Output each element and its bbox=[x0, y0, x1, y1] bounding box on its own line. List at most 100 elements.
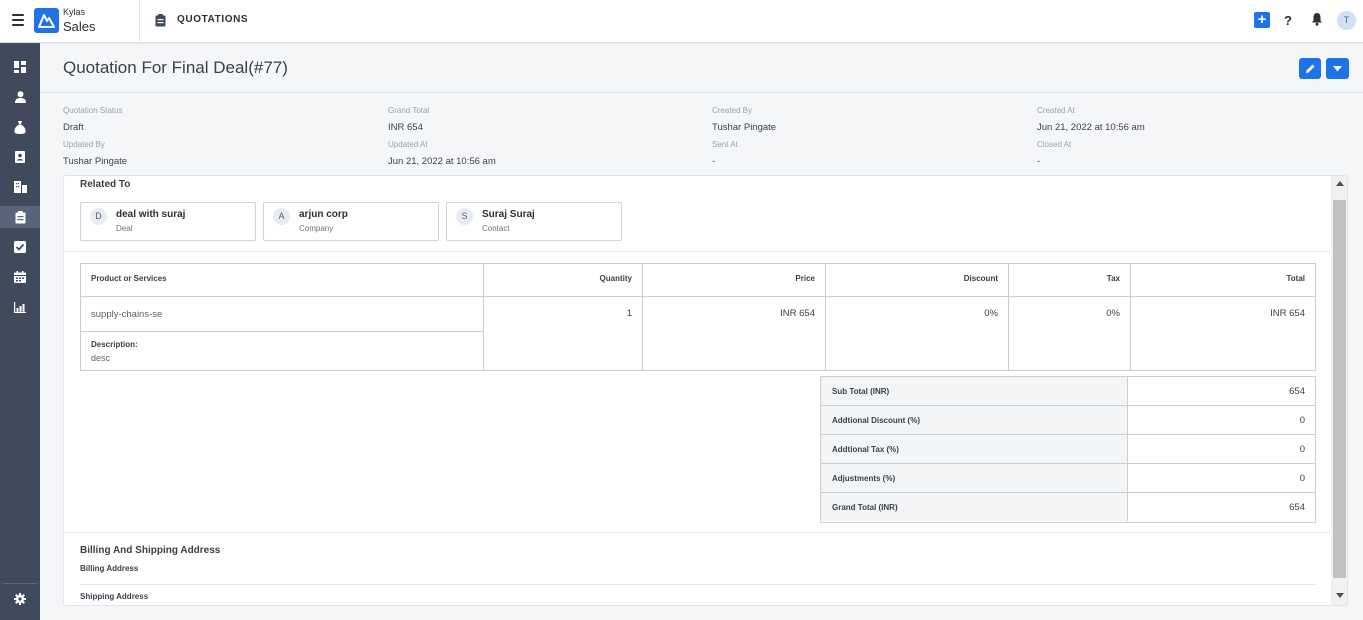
page-title: Quotation For Final Deal(#77) bbox=[63, 58, 288, 77]
related-name: deal with suraj bbox=[116, 209, 186, 220]
totals-value: 654 bbox=[1289, 386, 1305, 397]
related-name: arjun corp bbox=[299, 209, 348, 220]
address-divider bbox=[80, 584, 1316, 585]
totals-label-cell: Grand Total (INR) bbox=[821, 493, 1128, 521]
column-divider bbox=[642, 264, 643, 370]
updated-by-value: Tushar Pingate bbox=[63, 156, 128, 167]
totals-label: Sub Total (INR) bbox=[832, 387, 890, 396]
avatar[interactable]: T bbox=[1337, 11, 1356, 30]
header-tax: Tax bbox=[1106, 274, 1120, 283]
header-quantity: Quantity bbox=[599, 274, 632, 283]
reports-icon bbox=[14, 301, 26, 313]
created-by-label: Created By bbox=[712, 106, 753, 115]
related-card-contact[interactable]: S Suraj Suraj Contact bbox=[446, 202, 622, 241]
related-type: Deal bbox=[116, 224, 133, 233]
created-at-label: Created At bbox=[1037, 106, 1075, 115]
kylas-logo[interactable] bbox=[34, 8, 59, 33]
totals-row: Grand Total (INR) 654 bbox=[821, 493, 1315, 522]
section-divider bbox=[64, 251, 1331, 252]
sidebar-divider bbox=[3, 583, 37, 584]
sidebar-item-dashboard[interactable] bbox=[0, 56, 40, 78]
updated-at-value: Jun 21, 2022 at 10:56 am bbox=[388, 156, 496, 167]
header-discount: Discount bbox=[963, 274, 998, 283]
bell-icon[interactable] bbox=[1311, 12, 1323, 31]
sidebar-item-tasks[interactable] bbox=[0, 236, 40, 258]
related-to-heading: Related To bbox=[80, 179, 131, 190]
related-card-company[interactable]: A arjun corp Company bbox=[263, 202, 439, 241]
sidebar-item-calendar[interactable] bbox=[0, 266, 40, 288]
scroll-thumb[interactable] bbox=[1333, 200, 1346, 578]
sidebar-item-deals[interactable] bbox=[0, 116, 40, 138]
related-type: Company bbox=[299, 224, 334, 233]
description-label: Description: bbox=[91, 340, 138, 349]
totals-label-cell: Addtional Discount (%) bbox=[821, 406, 1128, 434]
grand-total-value: INR 654 bbox=[388, 122, 423, 133]
closed-at-value: - bbox=[1037, 156, 1041, 167]
closed-at-label: Closed At bbox=[1037, 140, 1072, 149]
product-tax: 0% bbox=[1106, 308, 1120, 319]
description-divider bbox=[81, 331, 483, 332]
totals-value: 654 bbox=[1289, 502, 1305, 513]
scroll-up-arrow[interactable] bbox=[1336, 181, 1344, 186]
chevron-down-icon bbox=[1333, 65, 1342, 71]
sent-at-label: Sent At bbox=[712, 140, 738, 149]
created-at-value: Jun 21, 2022 at 10:56 am bbox=[1037, 122, 1145, 133]
money-bag-icon bbox=[14, 120, 26, 134]
dashboard-icon bbox=[14, 61, 26, 73]
title-divider bbox=[40, 92, 1363, 93]
quotation-status-value: Draft bbox=[63, 122, 84, 133]
user-icon bbox=[14, 91, 26, 103]
checkbox-icon bbox=[14, 241, 26, 253]
product-total: INR 654 bbox=[1270, 308, 1305, 319]
totals-label: Grand Total (INR) bbox=[832, 503, 898, 512]
related-initial: D bbox=[90, 208, 107, 225]
grand-total-label: Grand Total bbox=[388, 106, 430, 115]
calendar-icon bbox=[14, 271, 26, 283]
quotation-module-icon bbox=[155, 14, 166, 32]
totals-row: Addtional Discount (%) 0 bbox=[821, 406, 1315, 435]
contact-card-icon bbox=[15, 151, 25, 163]
sidebar-item-quotations[interactable] bbox=[0, 206, 40, 228]
header-total: Total bbox=[1286, 274, 1305, 283]
product-price: INR 654 bbox=[780, 308, 815, 319]
product-name: supply-chains-se bbox=[91, 309, 163, 320]
module-title: QUOTATIONS bbox=[177, 14, 249, 25]
gear-icon bbox=[14, 593, 26, 605]
column-divider bbox=[1008, 264, 1009, 370]
brand-name: Kylas bbox=[63, 7, 86, 17]
buildings-icon bbox=[13, 181, 27, 193]
totals-table: Sub Total (INR) 654 Addtional Discount (… bbox=[820, 376, 1316, 523]
related-initial: A bbox=[273, 208, 290, 225]
more-actions-button[interactable] bbox=[1326, 58, 1349, 79]
brand-product: Sales bbox=[63, 19, 96, 34]
address-heading: Billing And Shipping Address bbox=[80, 545, 221, 556]
scroll-down-arrow[interactable] bbox=[1336, 593, 1344, 598]
totals-label-cell: Sub Total (INR) bbox=[821, 377, 1128, 405]
product-quantity: 1 bbox=[626, 308, 632, 319]
column-divider bbox=[483, 264, 484, 370]
related-initial: S bbox=[456, 208, 473, 225]
add-button[interactable]: + bbox=[1254, 12, 1270, 28]
sidebar-item-users[interactable] bbox=[0, 86, 40, 108]
description-value: desc bbox=[91, 353, 111, 363]
related-card-deal[interactable]: D deal with suraj Deal bbox=[80, 202, 256, 241]
quotation-status-label: Quotation Status bbox=[63, 106, 123, 115]
billing-address-label: Billing Address bbox=[80, 564, 139, 573]
shipping-address-label: Shipping Address bbox=[80, 592, 149, 601]
sidebar-item-settings[interactable] bbox=[0, 588, 40, 610]
header-divider bbox=[139, 0, 140, 43]
sidebar-item-reports[interactable] bbox=[0, 296, 40, 318]
quotation-icon bbox=[15, 210, 25, 223]
panel-scrollbar[interactable] bbox=[1331, 176, 1347, 605]
totals-label-cell: Adjustments (%) bbox=[821, 464, 1128, 492]
column-divider bbox=[1130, 264, 1131, 370]
sidebar-item-companies[interactable] bbox=[0, 176, 40, 198]
section-divider bbox=[64, 532, 1331, 533]
sidebar-item-contacts[interactable] bbox=[0, 146, 40, 168]
help-icon[interactable]: ? bbox=[1284, 13, 1292, 28]
edit-button[interactable] bbox=[1299, 58, 1321, 79]
products-table: Product or Services Quantity Price Disco… bbox=[80, 263, 1316, 371]
menu-icon[interactable] bbox=[12, 14, 24, 26]
sidebar bbox=[0, 43, 40, 620]
totals-label: Addtional Discount (%) bbox=[832, 416, 920, 425]
